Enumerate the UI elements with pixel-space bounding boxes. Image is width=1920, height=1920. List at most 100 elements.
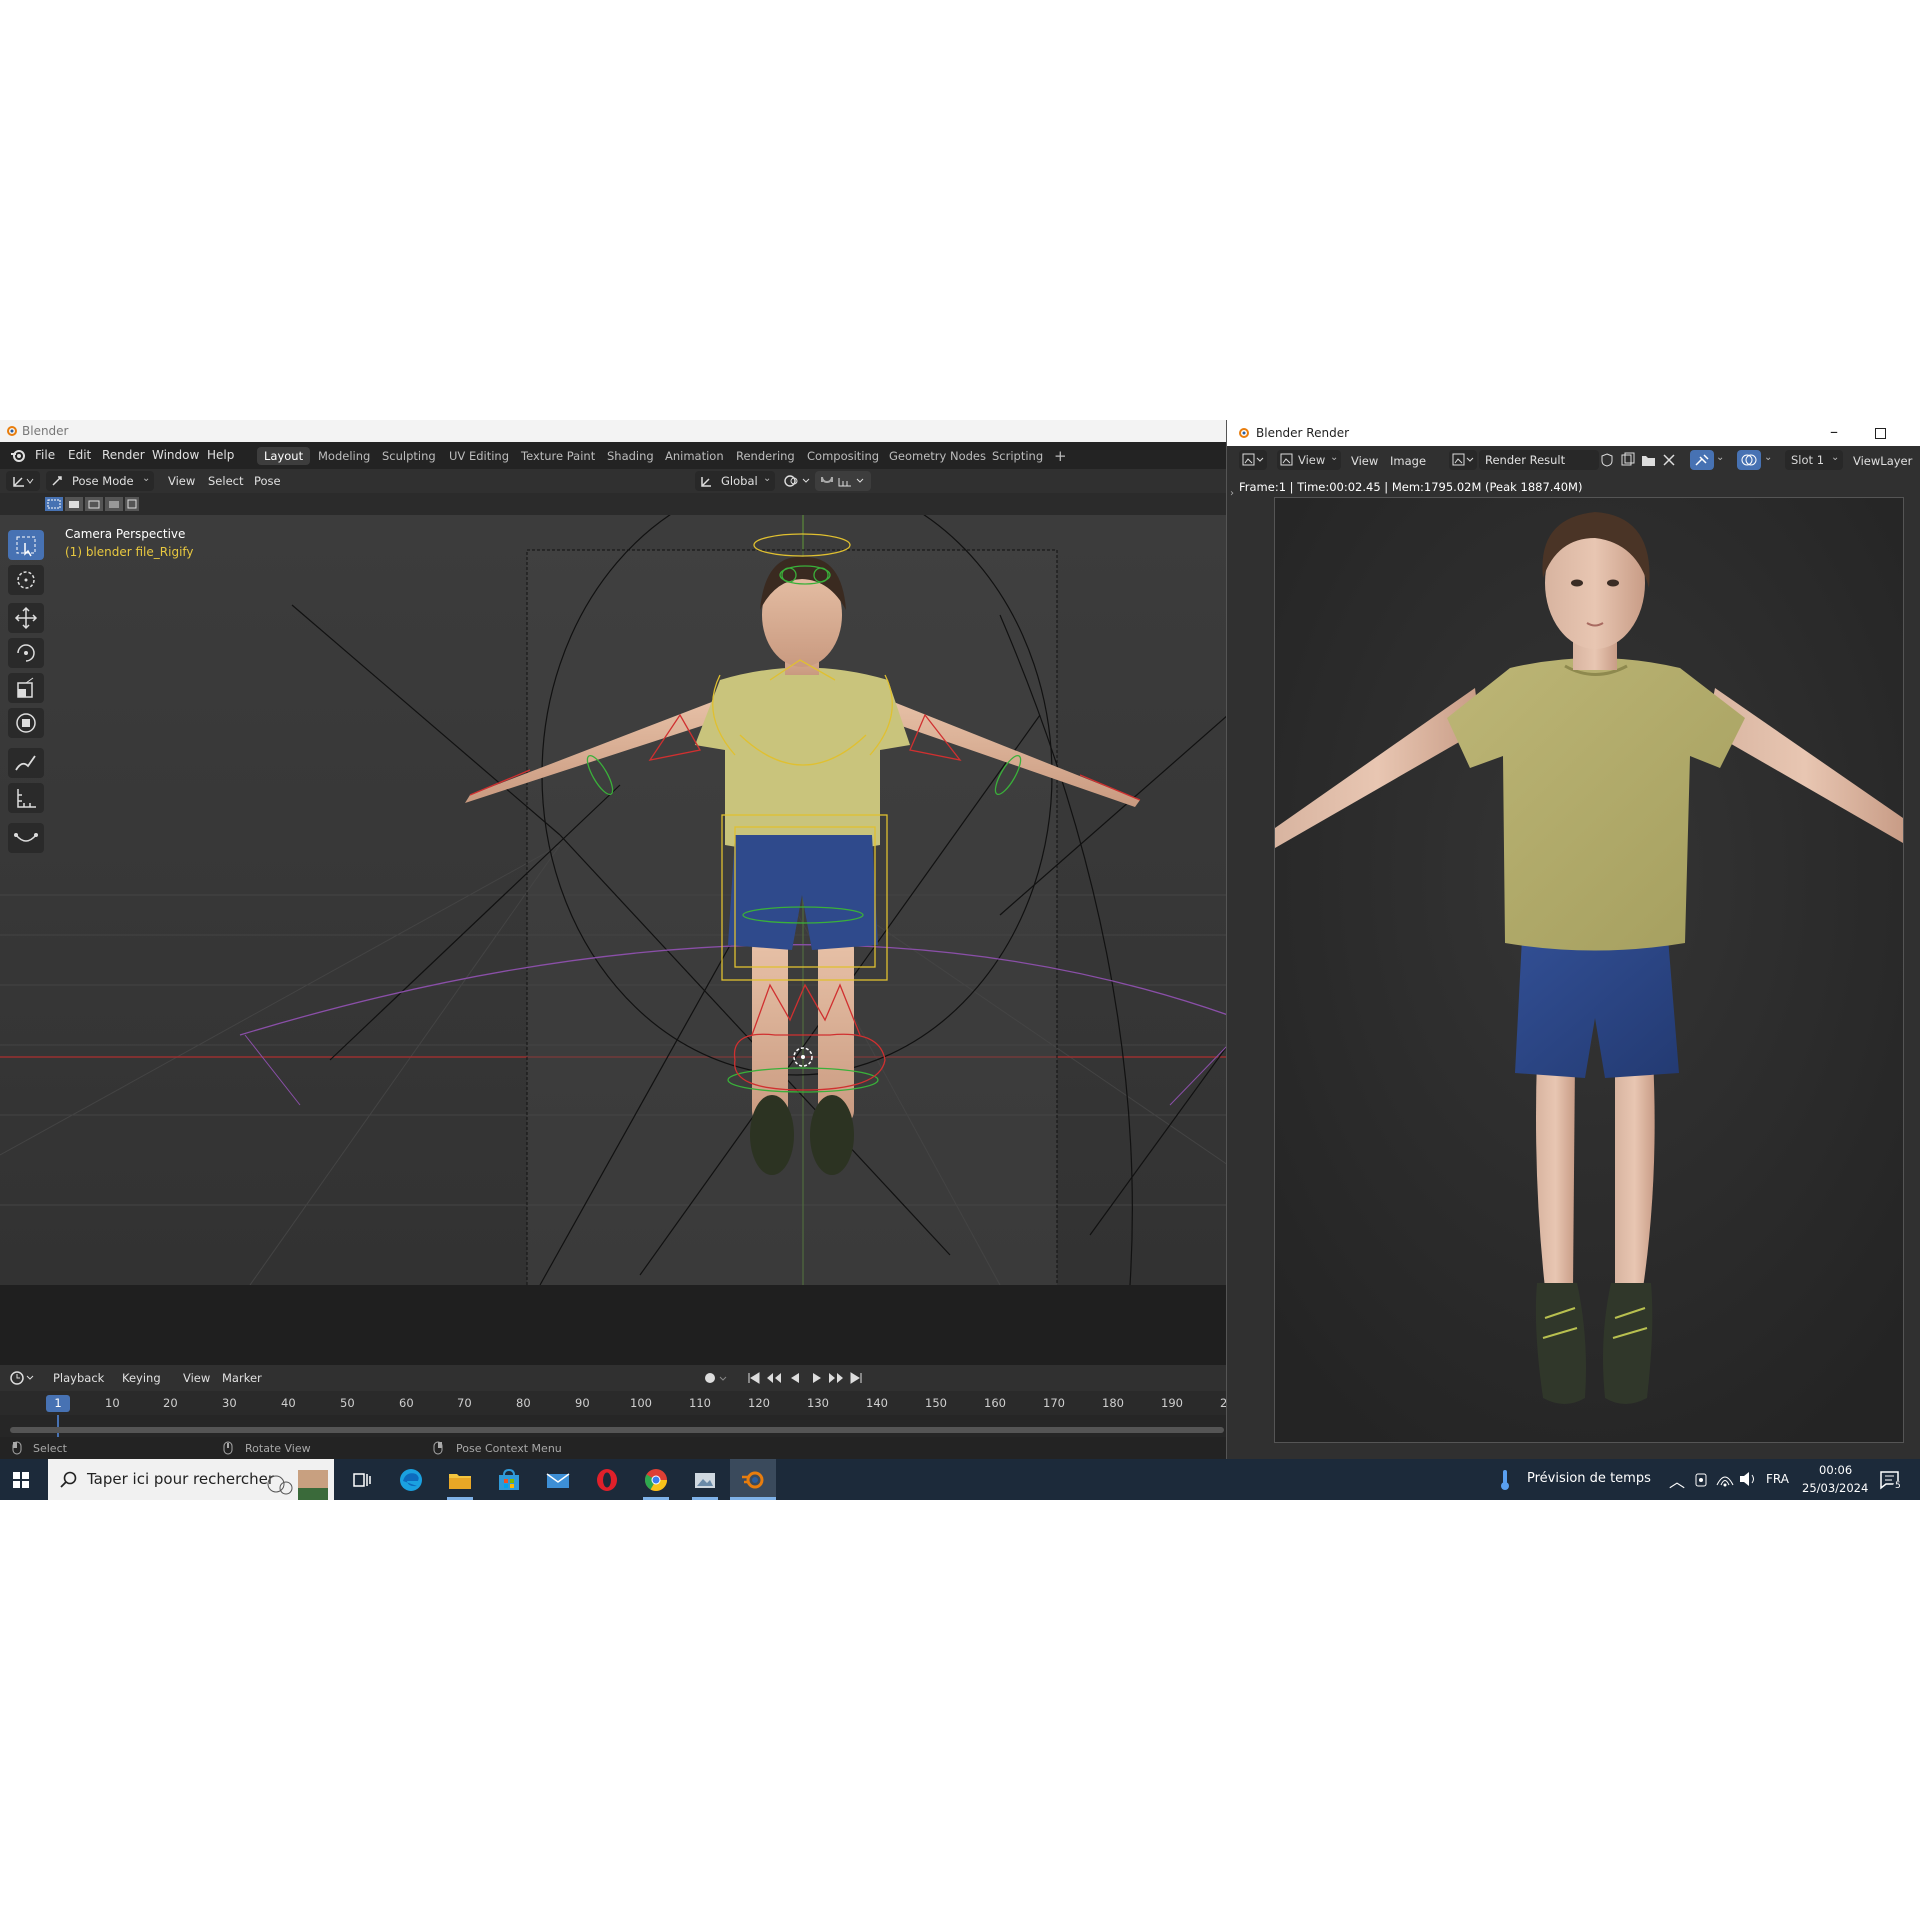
tab-geometry-nodes[interactable]: Geometry Nodes [882,447,993,465]
tool-cursor[interactable] [8,565,44,595]
thermometer-icon[interactable] [1498,1469,1512,1491]
timeline-menu-view[interactable]: View [183,1371,210,1385]
tool-select-box[interactable] [8,530,44,560]
chevron-up-icon[interactable]: ︿ [1669,1468,1685,1492]
volume-icon[interactable] [1739,1471,1757,1487]
add-workspace-button[interactable]: + [1047,447,1074,465]
wifi-icon[interactable] [1716,1471,1734,1487]
render-result-image[interactable] [1274,497,1904,1443]
chevron-down-icon[interactable]: ⌄ [1716,452,1724,463]
menu-render[interactable]: Render [102,448,145,462]
select-mode-bar [0,493,1228,515]
frame-tick: 110 [689,1396,711,1410]
taskbar-search[interactable]: Taper ici pour rechercher [48,1459,334,1500]
image-editor-header: View ⌄ View Image Render Result ⌄ ⌄ Slot… [1227,446,1920,474]
menu-window[interactable]: Window [152,448,199,462]
tool-scale[interactable] [8,673,44,703]
blender-icon [742,1471,764,1489]
tab-rendering[interactable]: Rendering [729,447,802,465]
file-explorer-icon[interactable] [447,1467,473,1493]
panel-arrow-icon[interactable]: › [1230,488,1234,499]
render-window: Blender Render – View ⌄ View Image Rende… [1226,420,1920,1459]
view-layer-label[interactable]: ViewLayer [1853,454,1912,468]
timeline-area[interactable] [0,1415,1228,1437]
clock-date[interactable]: 25/03/2024 [1802,1481,1868,1495]
mail-icon[interactable] [545,1467,571,1493]
header-menu-view[interactable]: View [168,474,195,488]
tool-move[interactable] [8,603,44,633]
task-view-icon[interactable] [349,1467,375,1493]
3d-viewport[interactable]: Camera Perspective (1) blender file_Rigi… [0,515,1228,1285]
snap-toggle[interactable] [815,471,871,491]
store-icon[interactable] [496,1467,522,1493]
meet-now-icon[interactable] [1693,1471,1709,1489]
tab-sculpting[interactable]: Sculpting [375,447,443,465]
pivot-point-icon[interactable] [783,474,811,488]
sample-tool-button[interactable] [1690,450,1714,470]
tab-modeling[interactable]: Modeling [311,447,377,465]
blender-menu-icon[interactable] [10,449,26,463]
image-browse-dropdown[interactable] [1449,450,1477,470]
frame-tick: 160 [984,1396,1006,1410]
tool-rotate[interactable] [8,638,44,668]
current-frame-indicator[interactable]: 1 [46,1395,70,1412]
mode-label: Pose Mode [72,474,134,488]
timeline-menu-keying[interactable]: Keying [122,1371,161,1385]
menu-help[interactable]: Help [207,448,234,462]
frame-tick: 130 [807,1396,829,1410]
menu-file[interactable]: File [35,448,55,462]
header-menu-select[interactable]: Select [208,474,243,488]
tab-texture-paint[interactable]: Texture Paint [514,447,602,465]
slot-dropdown[interactable]: Slot 1 ⌄ [1785,450,1843,470]
clock-editor-icon[interactable] [10,1371,36,1385]
photos-icon[interactable] [692,1467,718,1493]
frame-tick: 40 [281,1396,296,1410]
header-menu-pose[interactable]: Pose [254,474,281,488]
image-name-field[interactable]: Render Result [1479,450,1599,470]
opera-icon[interactable] [594,1467,620,1493]
tab-animation[interactable]: Animation [658,447,731,465]
weather-label[interactable]: Prévision de temps [1527,1471,1651,1486]
render-menu-view[interactable]: View [1351,454,1378,468]
chevron-down-icon[interactable]: ⌄ [1764,452,1772,463]
selection-mode-buttons[interactable] [44,496,140,512]
view-mode-dropdown[interactable]: View ⌄ [1277,450,1341,470]
rendered-character [1275,498,1903,1442]
tool-transform[interactable] [8,708,44,738]
tab-compositing[interactable]: Compositing [800,447,886,465]
tab-layout[interactable]: Layout [257,447,311,465]
timeline-menu-playback[interactable]: Playback [53,1371,104,1385]
minimize-button[interactable]: – [1830,422,1838,441]
language-indicator[interactable]: FRA [1766,1472,1789,1486]
menu-edit[interactable]: Edit [68,448,91,462]
top-menubar: File Edit Render Window Help Layout Mode… [0,442,1228,469]
taskbar-blender-active[interactable] [730,1459,776,1500]
tab-shading[interactable]: Shading [600,447,661,465]
frame-tick: 50 [340,1396,355,1410]
mouse-right-icon [433,1441,443,1455]
editor-type-dropdown[interactable] [1239,450,1267,470]
frame-tick: 80 [516,1396,531,1410]
orientation-dropdown[interactable]: Global ⌄ [695,471,775,491]
clock-time[interactable]: 00:06 [1819,1463,1852,1477]
overlay-toggle[interactable] [1737,450,1761,470]
timeline-menu-marker[interactable]: Marker [222,1371,262,1385]
edge-icon[interactable] [398,1467,424,1493]
tool-measure[interactable] [8,783,44,813]
record-icon[interactable] [700,1371,730,1385]
frame-tick: 150 [925,1396,947,1410]
editor-type-dropdown[interactable] [6,471,40,491]
tab-scripting[interactable]: Scripting [985,447,1050,465]
mode-dropdown[interactable]: Pose Mode ⌄ [46,471,154,491]
chrome-icon[interactable] [643,1467,669,1493]
windows-start-icon[interactable] [13,1472,29,1488]
image-actions[interactable] [1600,452,1680,468]
tool-annotate[interactable] [8,748,44,778]
render-menu-image[interactable]: Image [1390,454,1426,468]
timeline-scrollbar[interactable] [10,1427,1224,1433]
maximize-icon[interactable] [1875,428,1886,439]
timeline-ruler[interactable]: 1 10 20 30 40 50 60 70 80 90 100 110 120… [0,1391,1228,1415]
tool-bone-roll[interactable] [8,823,44,853]
playback-controls[interactable] [745,1370,865,1386]
tab-uv-editing[interactable]: UV Editing [442,447,516,465]
